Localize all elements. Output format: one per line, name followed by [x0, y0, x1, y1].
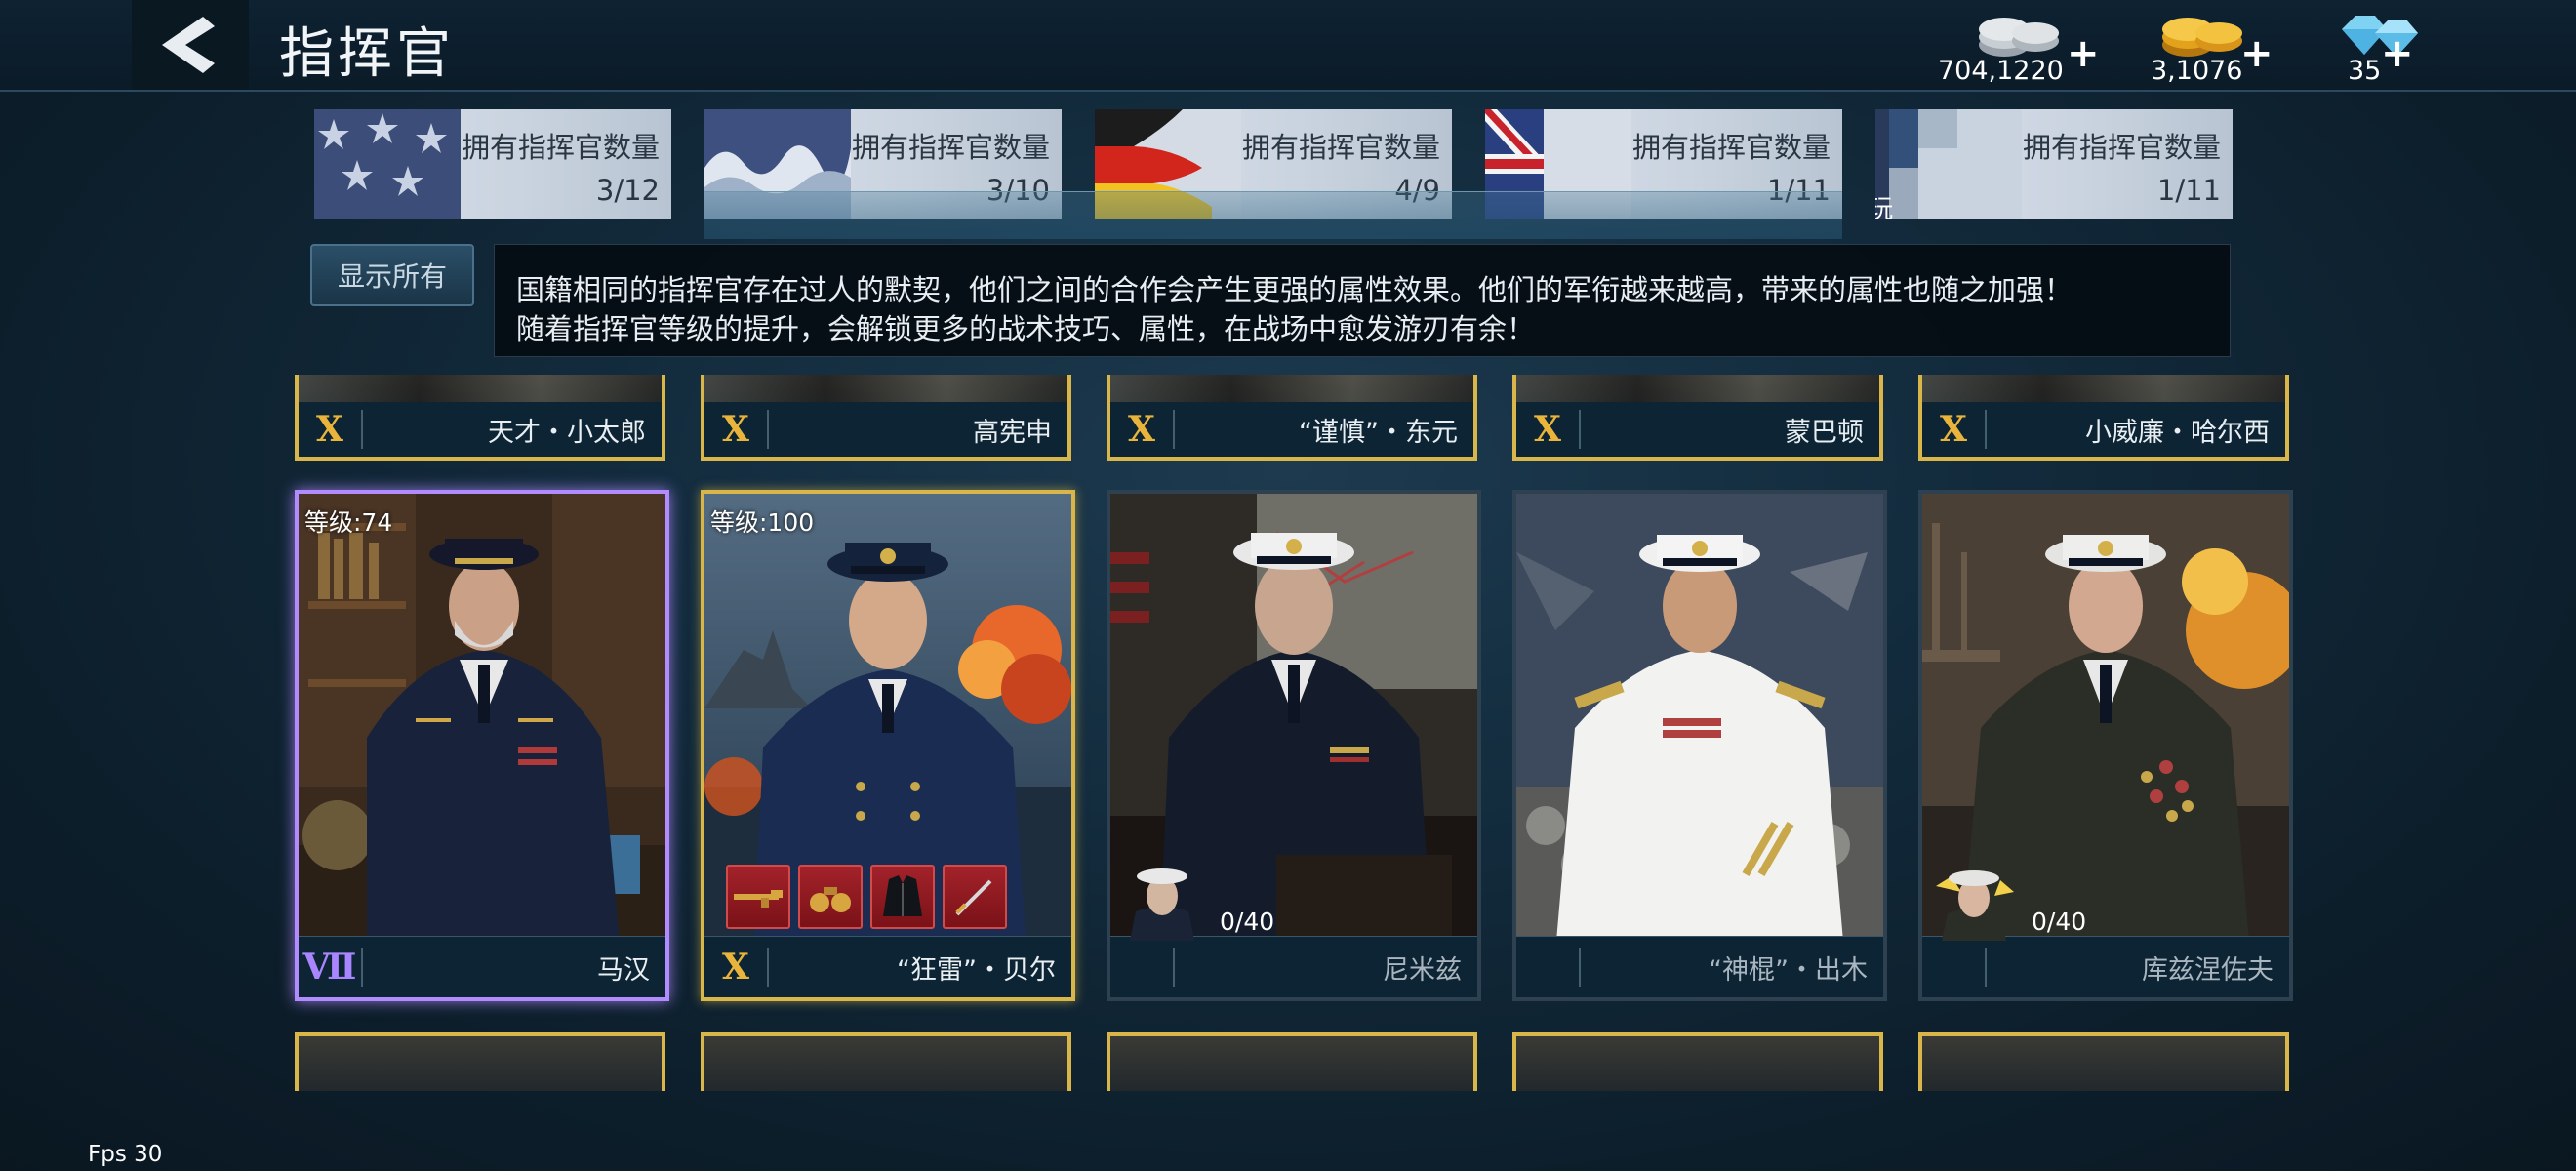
page-title: 指挥官 [279, 22, 455, 86]
commander-card-bell[interactable]: 等级:100 X “狂雷”・贝尔 [701, 490, 1075, 1001]
commander-card-mahan[interactable]: 等级:74 Ⅶ 马汉 [295, 490, 669, 1001]
portrait-strip [704, 375, 1067, 402]
rank-badge: X [1516, 410, 1581, 449]
commander-card[interactable]: X “谨慎”・东元 [1107, 375, 1477, 461]
diamond-value: 35 [2348, 56, 2382, 86]
show-all-button[interactable]: 显示所有 [310, 244, 474, 306]
commander-name: “谨慎”・东元 [1299, 417, 1458, 448]
rank-badge: Ⅶ [299, 948, 363, 987]
commander-card[interactable] [1918, 1032, 2289, 1091]
name-bar: X 天才・小太郎 [299, 402, 662, 457]
rank-badge: X [1110, 410, 1175, 449]
sword-icon [955, 879, 992, 916]
commander-level: 等级:100 [710, 508, 815, 537]
avatar [1130, 868, 1194, 941]
commander-name: 小威廉・哈尔西 [2085, 417, 2270, 448]
info-line-1: 国籍相同的指挥官存在过人的默契，他们之间的合作会产生更强的属性效果。他们的军衔越… [516, 273, 2073, 306]
jacket-icon [883, 875, 922, 916]
diamond-plus[interactable]: + [2381, 31, 2414, 76]
commander-card-kuznetsov[interactable]: 0/40 库兹涅佐夫 [1918, 490, 2293, 1001]
commander-card[interactable]: X 蒙巴顿 [1512, 375, 1883, 461]
nation-label: 拥有指挥官数量 [1631, 131, 1831, 164]
rank-badge: X [299, 410, 363, 449]
commander-card[interactable]: X 高宪申 [701, 375, 1071, 461]
portrait-strip [1922, 375, 2285, 402]
back-button[interactable] [132, 0, 249, 90]
avatar [1936, 870, 2014, 941]
nation-label: 拥有指挥官数量 [2022, 131, 2221, 164]
rank-badge: X [1922, 410, 1987, 449]
silver-value: 704,1220 [1938, 56, 2064, 86]
name-bar: X 高宪申 [704, 402, 1067, 457]
rank-badge-empty [1516, 948, 1581, 987]
diamond-currency[interactable]: 35 + [2332, 0, 2459, 90]
nation-card-ussr[interactable]: 玩 拥有指挥官数量 1/11 [1875, 109, 2233, 219]
commander-name: 库兹涅佐夫 [2142, 954, 2274, 986]
portrait-strip [1516, 375, 1879, 402]
binoculars-icon [810, 887, 851, 912]
silver-currency[interactable]: 704,1220 + [1932, 0, 2100, 90]
rank-badge-empty [1922, 948, 1987, 987]
nation-label: 拥有指挥官数量 [461, 131, 660, 164]
equipment-slot[interactable] [798, 865, 863, 929]
nation-count: 1/11 [2156, 174, 2221, 207]
equipment-slot[interactable] [870, 865, 935, 929]
commander-card[interactable] [1107, 1032, 1477, 1091]
commander-card-deki[interactable]: “神棍”・出木 [1512, 490, 1887, 1001]
fragment-progress: 0/40 [2032, 908, 2087, 936]
commander-card[interactable] [295, 1032, 665, 1091]
nation-row-highlight [704, 191, 1842, 239]
silver-plus[interactable]: + [2067, 31, 2100, 76]
commander-card-nimitz[interactable]: 0/40 尼米兹 [1107, 490, 1481, 1001]
top-bar: 指挥官 704,1220 + 3,1076 + 35 + [0, 0, 2576, 92]
commander-name: 尼米兹 [1383, 954, 1462, 986]
commander-portrait [1516, 494, 1883, 943]
portrait-strip [1110, 375, 1473, 402]
nation-count: 3/12 [595, 174, 660, 207]
name-bar: 尼米兹 [1110, 936, 1477, 997]
chevron-left-icon [162, 17, 215, 73]
name-bar: Ⅶ 马汉 [299, 936, 665, 997]
equipment-slots [726, 865, 1007, 929]
portrait-strip [299, 375, 662, 402]
rank-badge: X [704, 948, 769, 987]
nation-label: 拥有指挥官数量 [851, 131, 1050, 164]
name-bar: 库兹涅佐夫 [1922, 936, 2289, 997]
gold-value: 3,1076 [2151, 56, 2243, 86]
nation-label: 拥有指挥官数量 [1241, 131, 1440, 164]
name-bar: X “狂雷”・贝尔 [704, 936, 1071, 997]
name-bar: X “谨慎”・东元 [1110, 402, 1473, 457]
commander-level: 等级:74 [304, 508, 393, 537]
commander-name: 天才・小太郎 [488, 417, 646, 448]
fps-counter: Fps 30 [88, 1142, 163, 1167]
rifle-icon [734, 890, 783, 908]
info-line-2: 随着指挥官等级的提升，会解锁更多的战术技巧、属性，在战场中愈发游刃有余！ [516, 312, 1536, 345]
gold-plus[interactable]: + [2240, 31, 2274, 76]
commander-card[interactable] [701, 1032, 1071, 1091]
commander-name: “神棍”・出木 [1709, 954, 1868, 986]
commander-card[interactable] [1512, 1032, 1883, 1091]
commander-name: 马汉 [597, 954, 650, 986]
rank-badge: X [704, 410, 769, 449]
nation-tag: 玩 [1875, 195, 1894, 219]
nation-card-usa[interactable]: 拥有指挥官数量 3/12 [314, 109, 671, 219]
fragment-progress: 0/40 [1220, 908, 1275, 936]
name-bar: “神棍”・出木 [1516, 936, 1883, 997]
name-bar: X 蒙巴顿 [1516, 402, 1879, 457]
commander-card[interactable]: X 天才・小太郎 [295, 375, 665, 461]
soviet-flag-icon [1875, 109, 2022, 219]
rank-badge-empty [1110, 948, 1175, 987]
equipment-slot[interactable] [726, 865, 790, 929]
commander-portrait [299, 494, 665, 943]
commander-card[interactable]: X 小威廉・哈尔西 [1918, 375, 2289, 461]
usa-flag-icon [314, 109, 461, 219]
commander-name: “狂雷”・贝尔 [897, 954, 1056, 986]
commander-name: 蒙巴顿 [1785, 417, 1864, 448]
equipment-slot[interactable] [943, 865, 1007, 929]
commander-name: 高宪申 [973, 417, 1052, 448]
name-bar: X 小威廉・哈尔西 [1922, 402, 2285, 457]
nation-info-box: 国籍相同的指挥官存在过人的默契，他们之间的合作会产生更强的属性效果。他们的军衔越… [494, 244, 2231, 357]
gold-currency[interactable]: 3,1076 + [2147, 0, 2274, 90]
